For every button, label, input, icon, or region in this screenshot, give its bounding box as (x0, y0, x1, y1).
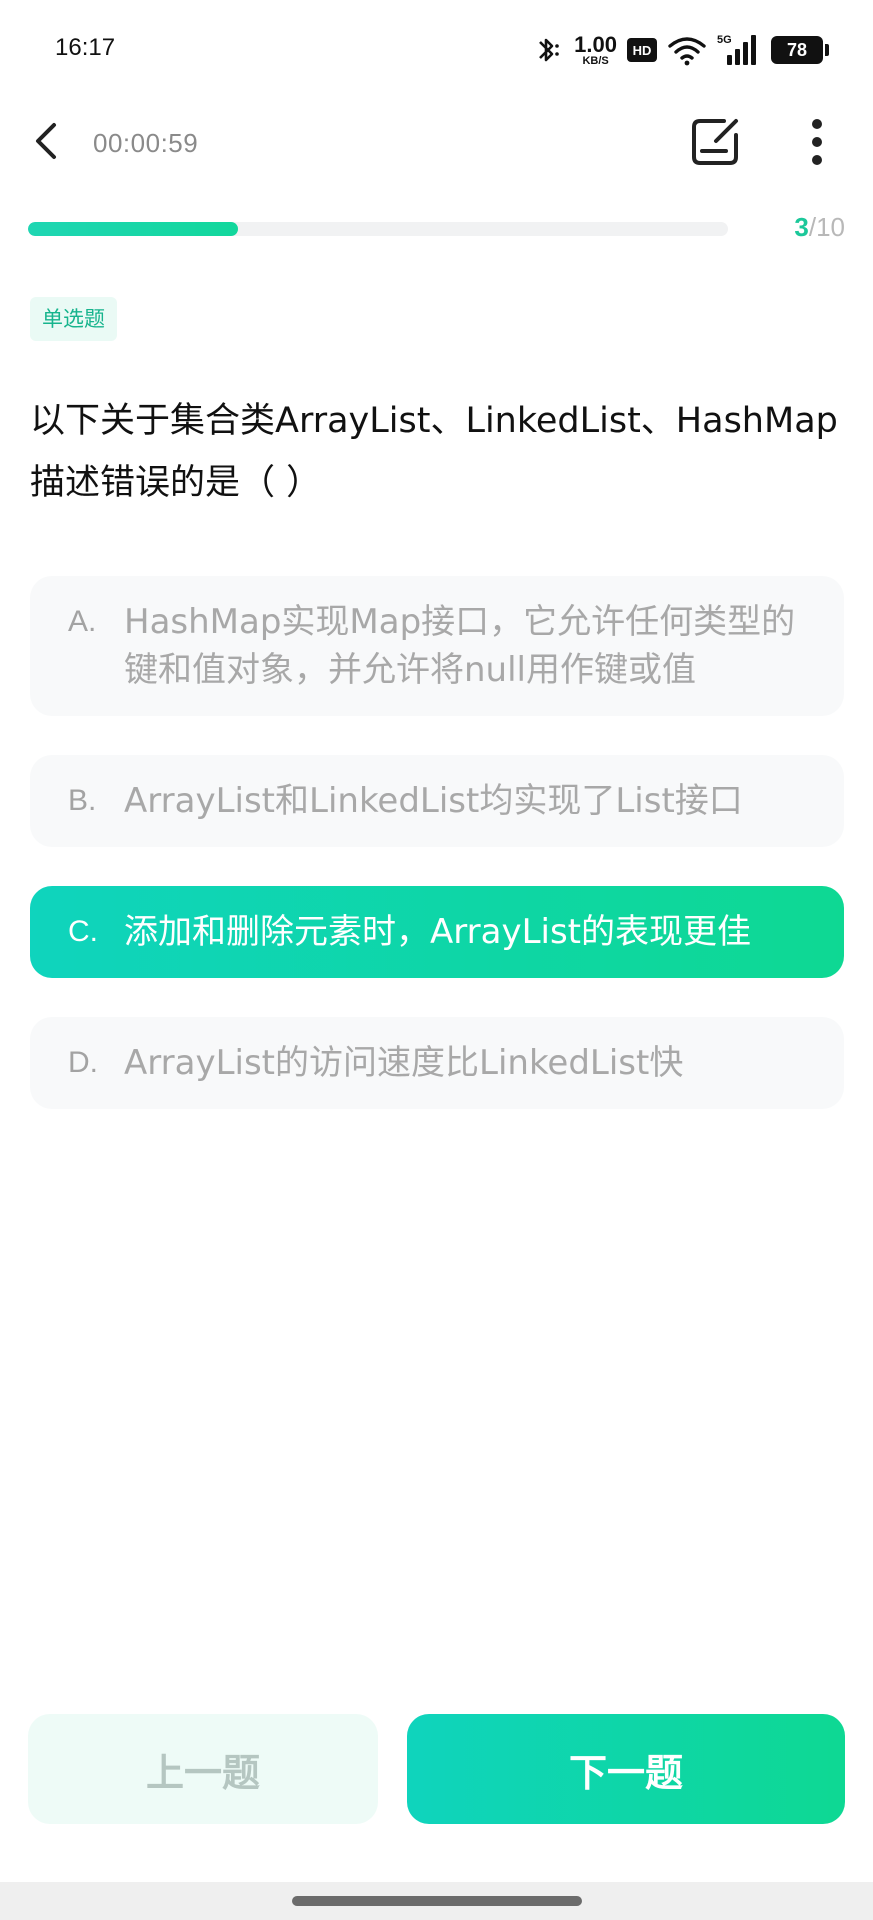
status-bar: 16:17 1.00 KB/S HD 5G 78 (0, 0, 873, 100)
option-c[interactable]: C. 添加和删除元素时，ArrayList的表现更佳 (30, 886, 844, 978)
gesture-nav-bar (0, 1882, 873, 1920)
progress-counter: 3/10 (794, 212, 845, 243)
option-d[interactable]: D. ArrayList的访问速度比LinkedList快 (30, 1017, 844, 1109)
network-speed: 1.00 KB/S (574, 31, 617, 67)
hd-badge: HD (627, 38, 657, 62)
option-b[interactable]: B. ArrayList和LinkedList均实现了List接口 (30, 755, 844, 847)
note-button[interactable] (686, 114, 746, 174)
option-text: HashMap实现Map接口，它允许任何类型的键和值对象，并允许将null用作键… (124, 602, 796, 690)
option-letter: B. (68, 784, 97, 817)
network-type-label: 5G (717, 34, 732, 46)
progress-current: 3 (794, 212, 809, 242)
question-type-tag: 单选题 (30, 297, 117, 341)
option-letter: D. (68, 1046, 98, 1079)
more-vertical-icon (811, 118, 823, 170)
option-text: ArrayList的访问速度比LinkedList快 (124, 1043, 684, 1083)
option-letter: C. (68, 915, 98, 948)
back-button[interactable] (22, 118, 72, 168)
option-a[interactable]: A. HashMap实现Map接口，它允许任何类型的键和值对象，并允许将null… (30, 576, 844, 716)
next-question-button[interactable]: 下一题 (407, 1714, 845, 1824)
more-menu-button[interactable] (792, 114, 842, 174)
network-speed-value: 1.00 (574, 31, 617, 57)
network-speed-unit: KB/S (582, 54, 609, 67)
progress-bar-fill (28, 222, 238, 236)
question-text: 以下关于集合类ArrayList、LinkedList、HashMap 描述错误… (30, 401, 838, 503)
bluetooth-icon (530, 33, 564, 67)
note-edit-icon (690, 117, 742, 171)
quiz-page: 16:17 1.00 KB/S HD 5G 78 00:00:59 3/10 单… (0, 0, 873, 1920)
option-text: ArrayList和LinkedList均实现了List接口 (124, 781, 743, 821)
progress-total: /10 (808, 212, 845, 242)
back-arrow-icon (30, 121, 64, 165)
previous-question-button[interactable]: 上一题 (28, 1714, 378, 1824)
option-letter: A. (68, 605, 97, 638)
option-text: 添加和删除元素时，ArrayList的表现更佳 (124, 912, 752, 952)
battery-icon: 78 (771, 36, 829, 64)
progress-bar (28, 222, 728, 236)
status-time: 16:17 (55, 34, 116, 61)
signal-icon: 5G (717, 33, 761, 67)
wifi-icon (667, 33, 707, 67)
answer-options: A. HashMap实现Map接口，它允许任何类型的键和值对象，并允许将null… (30, 576, 844, 1148)
top-bar: 00:00:59 (0, 100, 873, 190)
elapsed-timer: 00:00:59 (93, 128, 199, 158)
home-indicator[interactable] (292, 1896, 582, 1906)
status-icons: 1.00 KB/S HD 5G 78 (530, 30, 829, 70)
